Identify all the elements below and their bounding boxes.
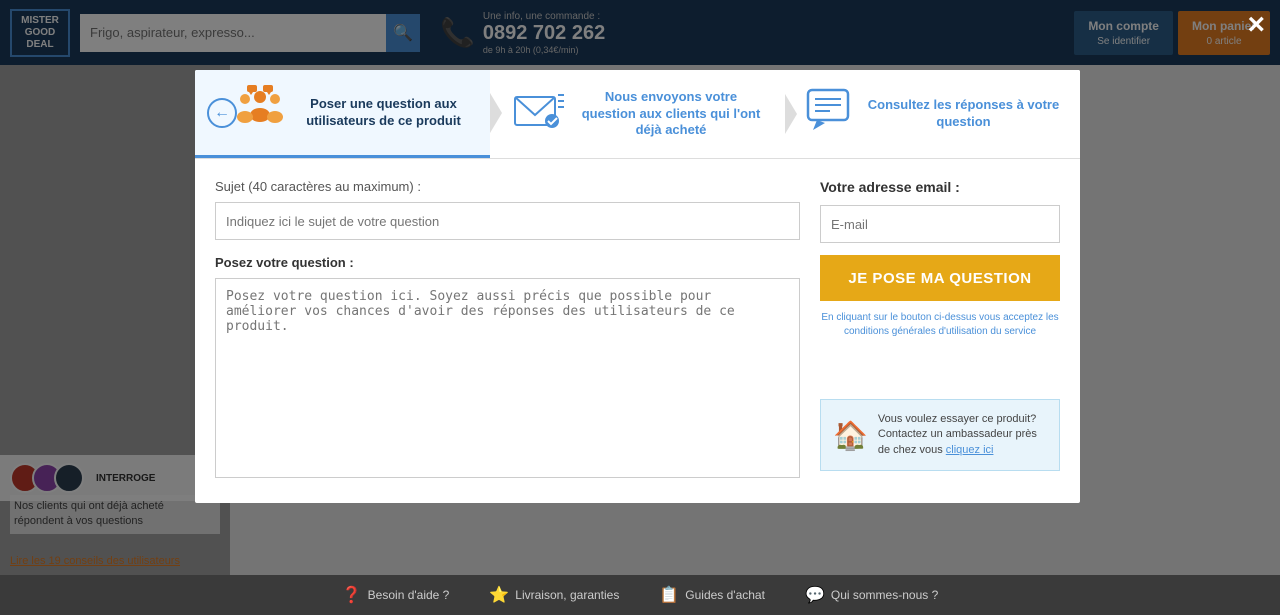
back-button[interactable]: ← <box>207 98 237 128</box>
subject-input[interactable] <box>215 202 800 240</box>
footer-delivery-label[interactable]: Livraison, garanties <box>515 588 619 602</box>
step-3-text: Consultez les réponses à votre question <box>867 97 1060 131</box>
question-textarea[interactable] <box>215 278 800 478</box>
help-icon: ❓ <box>342 585 362 605</box>
close-button[interactable]: × <box>1247 10 1265 40</box>
footer-item-delivery: ⭐ Livraison, garanties <box>489 585 619 605</box>
ambassador-text: Vous voulez essayer ce produit? Contacte… <box>878 412 1047 458</box>
footer-item-guides: 📋 Guides d'achat <box>659 585 765 605</box>
about-icon: 💬 <box>805 585 825 605</box>
email-label: Votre adresse email : <box>820 179 1060 195</box>
step-2: Nous envoyons votre question aux clients… <box>490 70 785 158</box>
footer-about-label[interactable]: Qui sommes-nous ? <box>831 588 938 602</box>
footer-guides-label[interactable]: Guides d'achat <box>685 588 765 602</box>
ambassador-box: 🏠 Vous voulez essayer ce produit? Contac… <box>820 399 1060 471</box>
terms-text: En cliquant sur le bouton ci-dessus vous… <box>820 311 1060 339</box>
modal-body: Sujet (40 caractères au maximum) : Posez… <box>195 159 1080 503</box>
footer-help-label[interactable]: Besoin d'aide ? <box>368 588 450 602</box>
footer-item-about: 💬 Qui sommes-nous ? <box>805 585 938 605</box>
footer: ❓ Besoin d'aide ? ⭐ Livraison, garanties… <box>0 575 1280 615</box>
step-2-text: Nous envoyons votre question aux clients… <box>577 89 765 140</box>
ambassador-link[interactable]: cliquez ici <box>946 444 994 456</box>
step-1-icon <box>235 85 285 140</box>
step-2-icon <box>510 87 565 142</box>
guides-icon: 📋 <box>659 585 679 605</box>
star-icon: ⭐ <box>489 585 509 605</box>
step-3-icon <box>805 87 855 142</box>
step-1: ← <box>195 70 490 158</box>
right-panel: Votre adresse email : JE POSE MA QUESTIO… <box>820 179 1060 483</box>
steps-header: ← <box>195 70 1080 159</box>
footer-item-help: ❓ Besoin d'aide ? <box>342 585 450 605</box>
email-input[interactable] <box>820 205 1060 243</box>
house-icon: 🏠 <box>833 419 868 452</box>
subject-label: Sujet (40 caractères au maximum) : <box>215 179 800 194</box>
submit-button[interactable]: JE POSE MA QUESTION <box>820 255 1060 301</box>
step-3: Consultez les réponses à votre question <box>785 70 1080 158</box>
question-label: Posez votre question : <box>215 255 800 270</box>
step-2-arrow <box>785 94 797 134</box>
modal: ← <box>195 70 1080 503</box>
step-1-text: Poser une question aux utilisateurs de c… <box>297 96 470 130</box>
form-section: Sujet (40 caractères au maximum) : Posez… <box>215 179 800 483</box>
step-1-arrow <box>490 93 502 133</box>
